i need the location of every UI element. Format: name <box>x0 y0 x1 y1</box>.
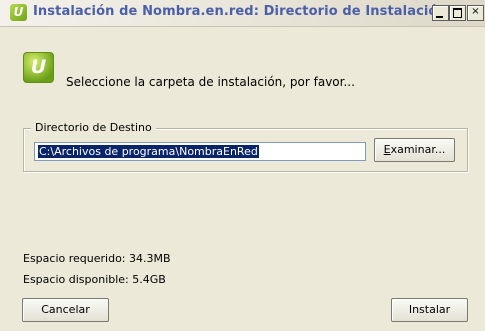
app-small-logo-icon: U <box>10 4 27 21</box>
install-path-value: C:\Archivos de programa\NombraEnRed <box>38 145 259 158</box>
minimize-icon <box>436 16 443 18</box>
installer-window: U Instalación de Nombra.en.red: Director… <box>0 0 485 331</box>
title-bar[interactable]: U Instalación de Nombra.en.red: Director… <box>0 0 485 27</box>
cancel-button[interactable]: Cancelar <box>22 298 109 322</box>
maximize-button[interactable] <box>449 5 466 21</box>
close-icon: × <box>471 6 480 17</box>
close-button[interactable]: × <box>467 5 484 21</box>
space-available: Espacio disponible: 5.4GB <box>23 273 166 286</box>
install-path-input[interactable]: C:\Archivos de programa\NombraEnRed <box>34 142 366 161</box>
maximize-icon <box>453 8 462 18</box>
window-title: Instalación de Nombra.en.red: Directorio… <box>33 4 447 19</box>
browse-button[interactable]: Examinar... <box>374 138 455 162</box>
header-panel: U Seleccione la carpeta de instalación, … <box>0 27 485 105</box>
nombra-logo-icon: U <box>23 52 54 83</box>
install-button[interactable]: Instalar <box>391 298 468 322</box>
minimize-button[interactable] <box>432 5 449 21</box>
destination-legend: Directorio de Destino <box>31 121 156 134</box>
install-prompt: Seleccione la carpeta de instalación, po… <box>66 75 355 89</box>
space-required: Espacio requerido: 34.3MB <box>23 252 171 265</box>
